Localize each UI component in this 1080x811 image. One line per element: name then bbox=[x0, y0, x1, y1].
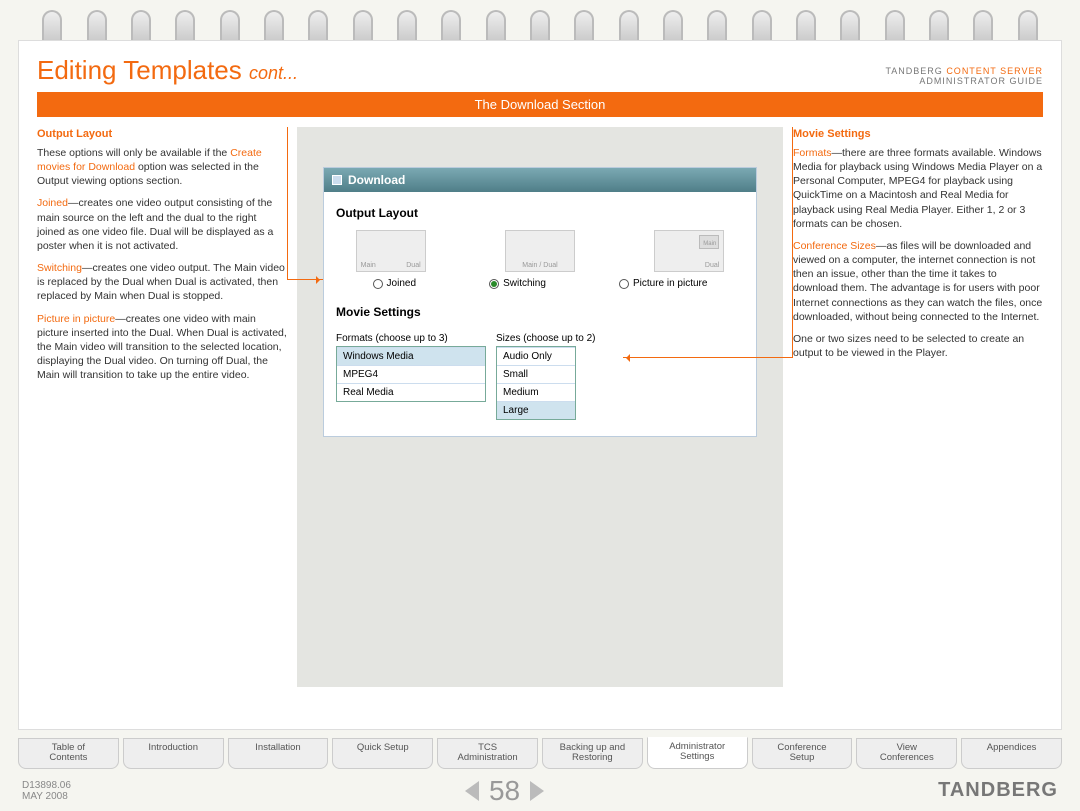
output-layout-label: Output Layout bbox=[336, 206, 744, 220]
output-layout-heading: Output Layout bbox=[37, 127, 287, 142]
thumb-joined[interactable]: MainDual bbox=[356, 230, 426, 272]
tab-view[interactable]: ViewConferences bbox=[856, 738, 957, 769]
page-title: Editing Templates cont... bbox=[37, 55, 298, 86]
page-body: Editing Templates cont... TANDBERG CONTE… bbox=[18, 40, 1062, 730]
size-option[interactable]: Medium bbox=[497, 383, 575, 401]
center-screenshot: Download Output Layout MainDual Main / D… bbox=[297, 127, 783, 687]
thumb-pip[interactable]: Main Dual bbox=[654, 230, 724, 272]
size-option[interactable]: Small bbox=[497, 365, 575, 383]
download-panel: Download Output Layout MainDual Main / D… bbox=[323, 167, 757, 437]
panel-header: Download bbox=[324, 168, 756, 192]
page-number: 58 bbox=[465, 775, 544, 807]
arrow-right-icon bbox=[623, 357, 793, 358]
tab-conference[interactable]: ConferenceSetup bbox=[752, 738, 853, 769]
nav-tabs: Table ofContentsIntroductionInstallation… bbox=[18, 738, 1062, 769]
tab-tcs[interactable]: TCSAdministration bbox=[437, 738, 538, 769]
format-option[interactable]: MPEG4 bbox=[337, 365, 485, 383]
doc-meta: D13898.06MAY 2008 bbox=[22, 780, 71, 802]
size-option[interactable]: Audio Only bbox=[497, 347, 575, 365]
arrow-left-icon bbox=[287, 279, 323, 280]
sizes-listbox[interactable]: Audio Only Small Medium Large bbox=[496, 346, 576, 420]
format-option[interactable]: Real Media bbox=[337, 383, 485, 401]
tab-table-of[interactable]: Table ofContents bbox=[18, 738, 119, 769]
prev-page-icon[interactable] bbox=[465, 781, 479, 801]
movie-settings-heading: Movie Settings bbox=[793, 127, 1043, 142]
movie-settings-label: Movie Settings bbox=[336, 305, 744, 319]
formats-listbox[interactable]: Windows Media MPEG4 Real Media bbox=[336, 346, 486, 402]
radio-pip[interactable]: Picture in picture bbox=[619, 278, 707, 289]
panel-icon bbox=[332, 175, 342, 185]
brand-logo: TANDBERG bbox=[938, 779, 1058, 802]
size-option[interactable]: Large bbox=[497, 401, 575, 419]
section-bar: The Download Section bbox=[37, 92, 1043, 117]
radio-switching[interactable]: Switching bbox=[489, 278, 546, 289]
formats-header: Formats (choose up to 3) bbox=[336, 333, 486, 344]
next-page-icon[interactable] bbox=[530, 781, 544, 801]
format-option[interactable]: Windows Media bbox=[337, 347, 485, 365]
sizes-header: Sizes (choose up to 2) bbox=[496, 333, 596, 344]
tab-installation[interactable]: Installation bbox=[228, 738, 329, 769]
header-brand: TANDBERG CONTENT SERVER ADMINISTRATOR GU… bbox=[885, 66, 1043, 86]
radio-joined[interactable]: Joined bbox=[373, 278, 416, 289]
spiral-binding bbox=[0, 0, 1080, 40]
right-column: Movie Settings Formats—there are three f… bbox=[793, 127, 1043, 687]
tab-backing-up-and[interactable]: Backing up andRestoring bbox=[542, 738, 643, 769]
tab-administrator[interactable]: AdministratorSettings bbox=[647, 737, 748, 769]
tab-appendices[interactable]: Appendices bbox=[961, 738, 1062, 769]
tab-quick-setup[interactable]: Quick Setup bbox=[332, 738, 433, 769]
tab-introduction[interactable]: Introduction bbox=[123, 738, 224, 769]
left-column: Output Layout These options will only be… bbox=[37, 127, 287, 687]
thumb-switching[interactable]: Main / Dual bbox=[505, 230, 575, 272]
